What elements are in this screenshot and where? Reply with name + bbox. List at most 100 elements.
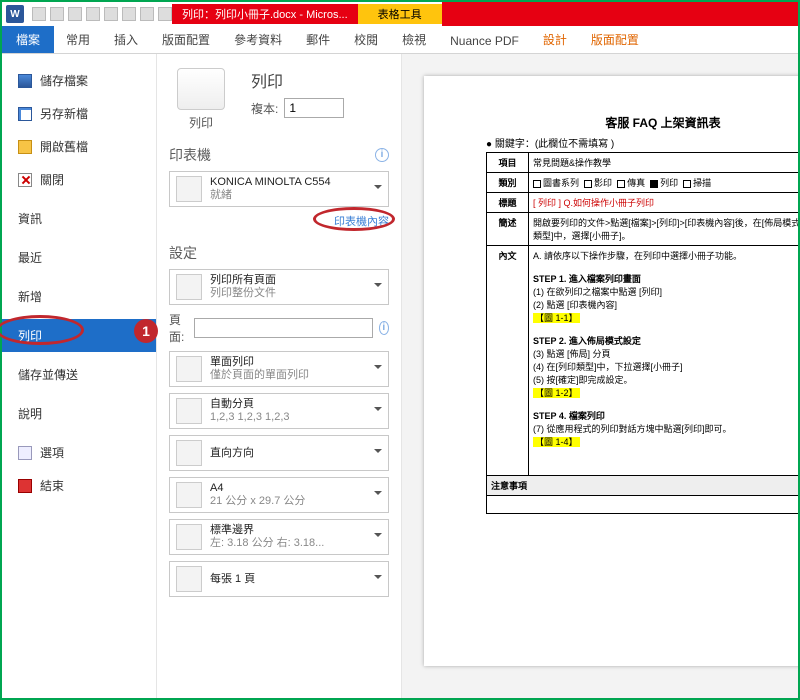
cell: A. 請依序以下操作步驟，在列印中選擇小冊子功能。 STEP 1. 進入檔案列印… (529, 246, 799, 476)
tab-design[interactable]: 設計 (531, 26, 579, 53)
nav-label: 說明 (18, 405, 42, 422)
open-icon (18, 140, 32, 154)
saveas-icon (18, 107, 32, 121)
qat-icon[interactable] (140, 7, 154, 21)
dd-title: A4 (210, 482, 223, 494)
tab-file[interactable]: 檔案 (2, 26, 54, 53)
tab-layout[interactable]: 版面配置 (150, 26, 222, 53)
tab-references[interactable]: 參考資料 (222, 26, 294, 53)
img-ref: 【圖 1-1】 (533, 313, 580, 323)
sheets-dropdown[interactable]: 每張 1 頁 (169, 561, 389, 597)
settings-section-header: 設定 (169, 243, 389, 263)
collate-dropdown[interactable]: 自動分頁1,2,3 1,2,3 1,2,3 (169, 393, 389, 429)
dd-sub: 21 公分 x 29.7 公分 (210, 495, 305, 507)
qat-icon[interactable] (122, 7, 136, 21)
chevron-down-icon (374, 575, 382, 583)
annotation-ring-2 (313, 207, 395, 231)
dd-title: 每張 1 頁 (210, 573, 255, 585)
cell: 類別 (487, 173, 529, 193)
dd-sub: 1,2,3 1,2,3 1,2,3 (210, 411, 290, 423)
line: (2) 點選 [印表機內容] (533, 298, 798, 311)
print-range-dropdown[interactable]: 列印所有頁面列印整份文件 (169, 269, 389, 305)
printer-name: KONICA MINOLTA C554 (210, 176, 331, 188)
nav-new[interactable]: 新增 (2, 280, 156, 313)
print-heading: 列印 (251, 68, 344, 92)
qat-icon[interactable] (104, 7, 118, 21)
cell: [ 列印 ] Q.如何操作小冊子列印 (529, 193, 799, 213)
cell (487, 496, 799, 514)
line: A. 請依序以下操作步驟，在列印中選擇小冊子功能。 (533, 249, 798, 262)
nav-send[interactable]: 儲存並傳送 (2, 358, 156, 391)
tab-mailings[interactable]: 郵件 (294, 26, 342, 53)
print-button[interactable]: 列印 (169, 68, 233, 131)
tab-nuance[interactable]: Nuance PDF (438, 29, 531, 53)
cell: 內文 (487, 246, 529, 476)
nav-info[interactable]: 資訊 (2, 202, 156, 235)
pages-input[interactable] (194, 318, 373, 338)
nav-open[interactable]: 開啟舊檔 (2, 130, 156, 163)
copies-input[interactable] (284, 98, 344, 118)
ribbon-tabs: 檔案 常用 插入 版面配置 參考資料 郵件 校閱 檢視 Nuance PDF 設… (2, 26, 798, 54)
tab-review[interactable]: 校閱 (342, 26, 390, 53)
quick-access-toolbar (32, 7, 172, 21)
dd-sub: 僅於頁面的單面列印 (210, 369, 309, 381)
preview-page: 客服 FAQ 上架資訊表 ● 關鍵字：(此欄位不需填寫 ) 項目常見問題&操作教… (424, 76, 798, 666)
dd-sub: 左: 3.18 公分 右: 3.18... (210, 537, 324, 549)
cell: 簡述 (487, 213, 529, 246)
printer-dropdown[interactable]: KONICA MINOLTA C554就緒 (169, 171, 389, 207)
qat-save-icon[interactable] (32, 7, 46, 21)
chevron-down-icon (374, 407, 382, 415)
nav-label: 開啟舊檔 (40, 138, 88, 155)
portrait-icon (176, 440, 202, 466)
nav-label: 資訊 (18, 210, 42, 227)
qat-undo-icon[interactable] (50, 7, 64, 21)
nav-saveas[interactable]: 另存新檔 (2, 97, 156, 130)
qat-icon[interactable] (158, 7, 172, 21)
orientation-dropdown[interactable]: 直向方向 (169, 435, 389, 471)
papersize-dropdown[interactable]: A421 公分 x 29.7 公分 (169, 477, 389, 513)
nav-exit[interactable]: 結束 (2, 469, 156, 502)
printer-section-label: 印表機 (169, 145, 211, 165)
nav-close[interactable]: 關閉 (2, 163, 156, 196)
nav-options[interactable]: 選項 (2, 436, 156, 469)
backstage-nav: 儲存檔案 另存新檔 開啟舊檔 關閉 資訊 最近 新增 列印 1 儲存並傳送 說明… (2, 54, 157, 698)
qat-redo-icon[interactable] (68, 7, 82, 21)
tab-view[interactable]: 檢視 (390, 26, 438, 53)
tab-insert[interactable]: 插入 (102, 26, 150, 53)
options-icon (18, 446, 32, 460)
nav-recent[interactable]: 最近 (2, 241, 156, 274)
info-icon[interactable]: i (375, 148, 389, 162)
step-heading: STEP 1. 進入檔案列印畫面 (533, 274, 641, 284)
app-icon: W (6, 5, 24, 23)
margins-dropdown[interactable]: 標準邊界左: 3.18 公分 右: 3.18... (169, 519, 389, 555)
oneside-icon (176, 356, 202, 382)
annotation-ring-1 (0, 315, 84, 345)
img-ref: 【圖 1-2】 (533, 388, 580, 398)
chevron-down-icon (374, 533, 382, 541)
save-icon (18, 74, 32, 88)
nav-save[interactable]: 儲存檔案 (2, 64, 156, 97)
step-heading: STEP 2. 進入佈局模式設定 (533, 336, 641, 346)
doc-keyword: ● 關鍵字：(此欄位不需填寫 ) (486, 135, 798, 150)
line: (4) 在[列印類型]中，下拉選擇[小冊子] (533, 360, 798, 373)
tab-contextual-layout[interactable]: 版面配置 (579, 26, 651, 53)
tab-home[interactable]: 常用 (54, 26, 102, 53)
chevron-down-icon (374, 365, 382, 373)
line: (1) 在欲列印之檔案中點選 [列印] (533, 285, 798, 298)
step-heading: STEP 4. 檔案列印 (533, 411, 605, 421)
nav-print[interactable]: 列印 1 (2, 319, 156, 352)
line: (5) 按[確定]即完成設定。 (533, 373, 798, 386)
qat-icon[interactable] (86, 7, 100, 21)
close-icon (18, 173, 32, 187)
nav-label: 儲存檔案 (40, 72, 88, 89)
opt: 掃描 (693, 178, 711, 188)
window-title: 列印：列印小冊子.docx - Micros... (172, 4, 358, 24)
sides-dropdown[interactable]: 單面列印僅於頁面的單面列印 (169, 351, 389, 387)
info-icon[interactable]: i (379, 321, 389, 335)
collate-icon (176, 398, 202, 424)
dd-sub: 列印整份文件 (210, 287, 276, 299)
cell: 開啟要列印的文件>點選[檔案]>[列印]>[印表機內容]後，在[佈局模式]的[列… (529, 213, 799, 246)
nav-help[interactable]: 說明 (2, 397, 156, 430)
cell: 常見問題&操作教學 (529, 153, 799, 173)
nav-label: 結束 (40, 477, 64, 494)
